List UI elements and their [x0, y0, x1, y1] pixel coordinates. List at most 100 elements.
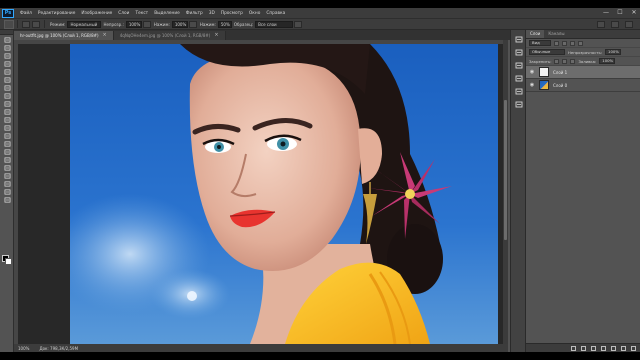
menu-type[interactable]: Текст	[132, 11, 151, 16]
menu-help[interactable]: Справка	[263, 11, 288, 16]
add-mask-icon[interactable]	[591, 345, 596, 351]
brush-panel-toggle[interactable]	[32, 20, 40, 28]
filter-shape-icon[interactable]	[578, 40, 583, 46]
layer-opacity-field[interactable]: 100%	[605, 49, 622, 55]
layer-name[interactable]: Слой 0	[553, 83, 567, 88]
layers-panel: Слои Каналы Вид Обычные Непрозрачность: …	[526, 30, 640, 352]
healing-icon[interactable]	[2, 84, 12, 91]
visibility-eye-icon[interactable]: ◉	[529, 82, 535, 88]
menu-edit[interactable]: Редактирование	[35, 11, 79, 16]
status-bar: 100% Док: 798,3К/2,59М	[14, 344, 508, 352]
tab-document-2[interactable]: 4qNqOHe4em.jpg @ 100% (Слой 1, RGB/8#) ×	[113, 31, 226, 40]
styles-icon[interactable]	[514, 74, 524, 82]
pressure-field[interactable]: 100%	[171, 20, 188, 28]
zoom-level[interactable]: 100%	[18, 346, 29, 351]
filter-pixel-icon[interactable]	[554, 40, 559, 46]
close-button[interactable]: ✕	[630, 9, 638, 17]
lock-pixels-icon[interactable]	[554, 58, 560, 64]
marquee-icon[interactable]	[2, 44, 12, 51]
tab-label: hr-outfit.jpg @ 100% (Слой 1, RGB/8#)	[20, 33, 99, 38]
menu-select[interactable]: Выделение	[151, 11, 183, 16]
fill-field[interactable]: 100%	[599, 58, 616, 64]
menu-filter[interactable]: Фильтр	[183, 11, 206, 16]
tab-channels[interactable]: Каналы	[544, 30, 568, 38]
eyedropper-icon[interactable]	[2, 76, 12, 83]
adjustments-icon[interactable]	[514, 48, 524, 56]
layer-name[interactable]: Слой 1	[553, 70, 567, 75]
libraries-icon[interactable]	[514, 100, 524, 108]
flow-field[interactable]: 50%	[217, 20, 232, 28]
tab-layers[interactable]: Слои	[526, 30, 545, 38]
vertical-scrollbar[interactable]	[503, 40, 508, 344]
sample-select[interactable]: Все слои	[255, 20, 294, 28]
type-icon[interactable]	[2, 156, 12, 163]
menu-window[interactable]: Окно	[246, 11, 263, 16]
airbrush-icon[interactable]	[188, 20, 197, 28]
window-controls: — ☐ ✕	[602, 8, 638, 18]
new-group-icon[interactable]	[611, 345, 616, 351]
blur-icon[interactable]	[2, 132, 12, 139]
swatches-icon[interactable]	[514, 61, 524, 69]
path-select-icon[interactable]	[2, 164, 12, 171]
filter-type-icon[interactable]	[570, 40, 575, 46]
share-icon[interactable]	[625, 21, 633, 28]
brush-preset-picker[interactable]	[22, 20, 30, 28]
hand-icon[interactable]	[2, 180, 12, 187]
adjustment-layer-icon[interactable]	[601, 345, 606, 351]
pen-icon[interactable]	[2, 148, 12, 155]
properties-icon[interactable]	[514, 87, 524, 95]
tools-panel-header[interactable]	[0, 30, 13, 35]
link-layers-icon[interactable]	[571, 345, 576, 351]
search-icon[interactable]	[597, 21, 605, 28]
current-tool-preset-icon[interactable]	[4, 19, 14, 29]
fx-icon[interactable]	[581, 345, 586, 351]
maximize-button[interactable]: ☐	[616, 9, 624, 17]
scrollbar-thumb[interactable]	[504, 100, 507, 240]
layer-filter-select[interactable]: Вид	[529, 40, 551, 46]
lock-row: Закрепить: Заливка: 100%	[526, 57, 640, 66]
layer-row[interactable]: ◉ Слой 0	[526, 79, 640, 92]
zoom-icon[interactable]	[2, 188, 12, 195]
quick-select-icon[interactable]	[2, 60, 12, 67]
trash-icon[interactable]	[631, 345, 636, 351]
menu-3d[interactable]: 3D	[206, 11, 218, 16]
menu-image[interactable]: Изображение	[78, 11, 115, 16]
lasso-icon[interactable]	[2, 52, 12, 59]
clone-stamp-icon[interactable]	[2, 100, 12, 107]
close-icon[interactable]: ×	[214, 31, 218, 40]
workspace-icon[interactable]	[611, 21, 619, 28]
blend-mode-select[interactable]: Обычные	[529, 49, 565, 55]
menu-view[interactable]: Просмотр	[218, 11, 246, 16]
menu-layers[interactable]: Слои	[115, 11, 132, 16]
visibility-eye-icon[interactable]: ◉	[529, 69, 535, 75]
history-brush-icon[interactable]	[2, 108, 12, 115]
tab-document-1[interactable]: hr-outfit.jpg @ 100% (Слой 1, RGB/8#) ×	[14, 31, 114, 40]
more-icon[interactable]	[2, 196, 12, 203]
lock-all-icon[interactable]	[570, 58, 576, 64]
filter-adjust-icon[interactable]	[562, 40, 567, 46]
new-layer-icon[interactable]	[621, 345, 626, 351]
crop-icon[interactable]	[2, 68, 12, 75]
layer-row[interactable]: ◉ Слой 1	[526, 66, 640, 79]
size-pressure-icon[interactable]	[294, 20, 303, 28]
tab-label: 4qNqOHe4em.jpg @ 100% (Слой 1, RGB/8#)	[119, 33, 211, 38]
pressure-label: Нажим:	[153, 21, 170, 27]
background-color-swatch[interactable]	[5, 258, 12, 265]
divider	[44, 20, 45, 28]
menu-file[interactable]: Файл	[17, 11, 35, 16]
minimize-button[interactable]: —	[602, 9, 610, 17]
gradient-icon[interactable]	[2, 124, 12, 131]
close-icon[interactable]: ×	[103, 31, 107, 40]
eraser-icon[interactable]	[2, 116, 12, 123]
dodge-icon[interactable]	[2, 140, 12, 147]
move-icon[interactable]	[2, 36, 12, 43]
mode-select[interactable]: Нормальный	[67, 20, 102, 28]
lock-move-icon[interactable]	[562, 58, 568, 64]
shape-icon[interactable]	[2, 172, 12, 179]
history-icon[interactable]	[514, 35, 524, 43]
opacity-field[interactable]: 100%	[125, 20, 142, 28]
opacity-pressure-icon[interactable]	[142, 20, 151, 28]
brush-icon[interactable]	[2, 92, 12, 99]
document-info[interactable]: Док: 798,3К/2,59М	[39, 346, 78, 351]
canvas-image[interactable]	[70, 44, 498, 344]
